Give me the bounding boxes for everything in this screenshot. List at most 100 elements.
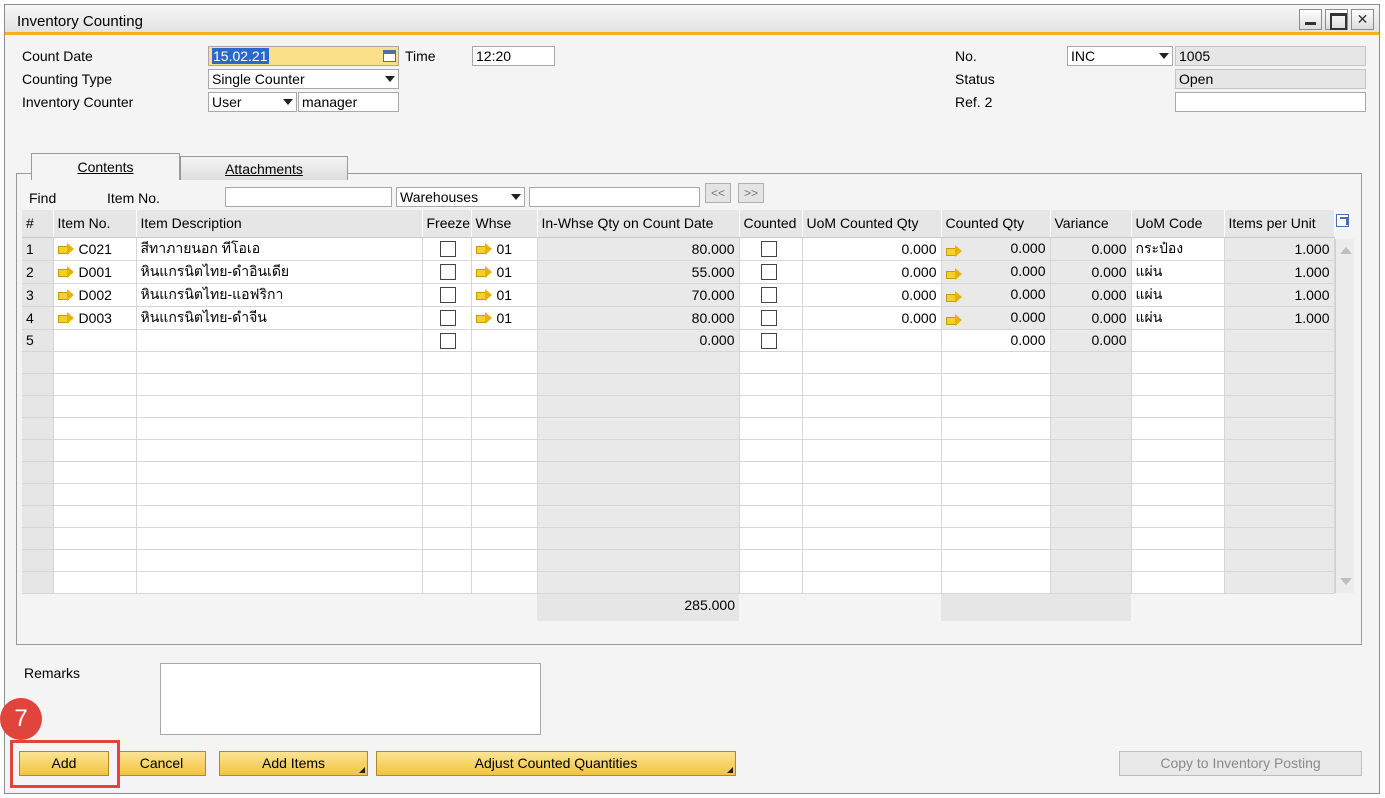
link-arrow-icon[interactable]: [57, 242, 75, 255]
empty-cell[interactable]: [739, 351, 803, 374]
empty-cell[interactable]: [537, 373, 740, 396]
empty-cell[interactable]: [136, 351, 423, 374]
whse-cell[interactable]: 01: [471, 260, 538, 284]
empty-cell[interactable]: [53, 461, 137, 484]
counted-cell[interactable]: [739, 283, 803, 307]
counted-qty-cell[interactable]: 0.000: [941, 283, 1051, 307]
counted-qty-cell[interactable]: 0.000: [941, 329, 1051, 352]
empty-cell[interactable]: [1224, 373, 1335, 396]
empty-cell[interactable]: [802, 395, 942, 418]
col-whse-header[interactable]: Whse: [471, 210, 538, 238]
tab-contents[interactable]: Contents: [31, 153, 180, 180]
link-arrow-icon[interactable]: [475, 288, 493, 301]
table-row[interactable]: [22, 505, 1335, 528]
link-arrow-icon[interactable]: [945, 314, 963, 326]
link-arrow-icon[interactable]: [57, 265, 75, 278]
col-counted-qty-header[interactable]: Counted Qty: [941, 210, 1051, 238]
empty-cell[interactable]: [136, 395, 423, 418]
whse-cell[interactable]: 01: [471, 283, 538, 307]
col-number-header[interactable]: #: [22, 210, 54, 238]
whse-cell[interactable]: [471, 329, 538, 352]
empty-cell[interactable]: [471, 483, 538, 506]
empty-cell[interactable]: [471, 351, 538, 374]
col-counted-header[interactable]: Counted: [739, 210, 803, 238]
table-row[interactable]: [22, 351, 1335, 374]
empty-cell[interactable]: [471, 505, 538, 528]
item-description-cell[interactable]: [136, 329, 423, 352]
item-description-cell[interactable]: หินแกรนิตไทย-ดำจีน: [136, 306, 423, 330]
table-row[interactable]: [22, 439, 1335, 462]
empty-cell[interactable]: [941, 571, 1051, 594]
empty-cell[interactable]: [422, 373, 472, 396]
empty-cell[interactable]: [1224, 461, 1335, 484]
empty-cell[interactable]: [1224, 549, 1335, 572]
empty-cell[interactable]: [422, 439, 472, 462]
empty-cell[interactable]: [1050, 549, 1132, 572]
empty-cell[interactable]: [802, 527, 942, 550]
empty-cell[interactable]: [1050, 461, 1132, 484]
empty-cell[interactable]: [739, 417, 803, 440]
item-description-cell[interactable]: หินแกรนิตไทย-แอฟริกา: [136, 283, 423, 307]
empty-cell[interactable]: [471, 549, 538, 572]
empty-cell[interactable]: [537, 571, 740, 594]
uom-counted-qty-cell[interactable]: 0.000: [802, 283, 942, 307]
empty-cell[interactable]: [1224, 527, 1335, 550]
item-no-cell[interactable]: C021: [53, 237, 137, 261]
empty-cell[interactable]: [53, 571, 137, 594]
empty-cell[interactable]: [1050, 373, 1132, 396]
counted-qty-cell[interactable]: 0.000: [941, 260, 1051, 284]
counter-type-select[interactable]: User: [208, 92, 297, 112]
empty-cell[interactable]: [1131, 439, 1225, 462]
empty-cell[interactable]: [53, 505, 137, 528]
find-item-no-input[interactable]: [225, 187, 392, 207]
empty-cell[interactable]: [1131, 373, 1225, 396]
remarks-textarea[interactable]: [160, 663, 541, 735]
empty-cell[interactable]: [537, 351, 740, 374]
empty-cell[interactable]: [1224, 439, 1335, 462]
empty-cell[interactable]: [1131, 505, 1225, 528]
empty-cell[interactable]: [53, 373, 137, 396]
empty-cell[interactable]: [1224, 505, 1335, 528]
empty-cell[interactable]: [1131, 549, 1225, 572]
empty-cell[interactable]: [53, 527, 137, 550]
counted-qty-cell[interactable]: 0.000: [941, 237, 1051, 261]
empty-cell[interactable]: [422, 351, 472, 374]
table-row[interactable]: [22, 461, 1335, 484]
empty-cell[interactable]: [1050, 527, 1132, 550]
item-description-cell[interactable]: สีทาภายนอก ทีโอเอ: [136, 237, 423, 261]
empty-cell[interactable]: [1224, 571, 1335, 594]
empty-cell[interactable]: [537, 439, 740, 462]
empty-cell[interactable]: [136, 439, 423, 462]
empty-cell[interactable]: [941, 549, 1051, 572]
item-no-cell[interactable]: [53, 329, 137, 352]
empty-cell[interactable]: [739, 395, 803, 418]
vertical-scrollbar[interactable]: [1335, 239, 1354, 593]
table-row[interactable]: 1 C021 สีทาภายนอก ทีโอเอ 01 80.000 0.000 0.000…: [22, 237, 1335, 261]
empty-cell[interactable]: [739, 549, 803, 572]
warehouse-filter-input[interactable]: [529, 187, 700, 207]
time-field[interactable]: 12:20: [472, 46, 555, 66]
empty-cell[interactable]: [1224, 483, 1335, 506]
link-arrow-icon[interactable]: [475, 242, 493, 255]
col-item-no-header[interactable]: Item No.: [53, 210, 137, 238]
empty-cell[interactable]: [802, 549, 942, 572]
empty-cell[interactable]: [739, 373, 803, 396]
close-button[interactable]: ✕: [1351, 9, 1374, 30]
empty-cell[interactable]: [1050, 439, 1132, 462]
empty-cell[interactable]: [136, 571, 423, 594]
counted-checkbox[interactable]: [760, 287, 777, 304]
col-variance-header[interactable]: Variance: [1050, 210, 1132, 238]
counted-checkbox[interactable]: [760, 241, 777, 258]
maximize-button[interactable]: [1325, 9, 1348, 30]
link-arrow-icon[interactable]: [945, 245, 963, 257]
table-row[interactable]: [22, 571, 1335, 594]
empty-cell[interactable]: [802, 351, 942, 374]
empty-cell[interactable]: [422, 395, 472, 418]
uom-counted-qty-cell[interactable]: [802, 329, 942, 352]
empty-cell[interactable]: [739, 527, 803, 550]
counted-cell[interactable]: [739, 329, 803, 352]
empty-cell[interactable]: [422, 571, 472, 594]
counted-qty-cell[interactable]: 0.000: [941, 306, 1051, 330]
freeze-cell[interactable]: [422, 306, 472, 330]
counted-cell[interactable]: [739, 237, 803, 261]
